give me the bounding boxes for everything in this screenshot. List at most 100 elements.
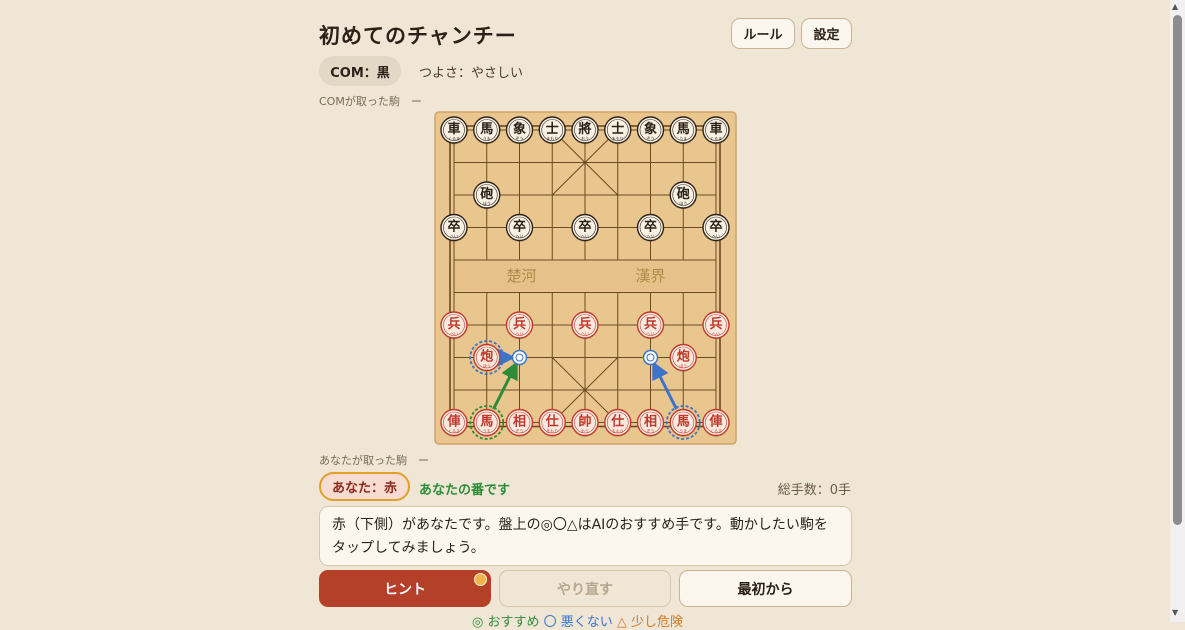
piece-reading: くるま — [448, 428, 460, 434]
piece-char: 馬 — [677, 122, 690, 137]
hint-notification-dot — [474, 573, 487, 586]
piece-black: 將おう — [571, 116, 599, 145]
piece-reading: おう — [581, 428, 589, 434]
piece-char: 仕 — [545, 414, 559, 430]
strength-label: つよさ：やさしい — [419, 66, 524, 81]
piece-char: 卒 — [447, 219, 460, 235]
piece-char: 卒 — [513, 219, 526, 235]
piece-reading: うま — [483, 428, 491, 434]
turn-status: あなたの番です — [419, 483, 511, 498]
piece-reading: へい — [581, 331, 589, 336]
legend-risky: △ 少し危険 — [616, 615, 684, 630]
piece-char: 卒 — [709, 219, 722, 235]
piece-black: 象ぞう — [636, 116, 665, 145]
piece-char: 砲 — [479, 186, 493, 202]
legend-recommended: ◎ おすすめ — [472, 615, 540, 630]
piece-reading: うま — [679, 428, 687, 434]
page-title: 初めてのチャンチー — [319, 24, 517, 48]
piece-red[interactable]: 帥おう — [571, 408, 599, 437]
river-label-left: 楚河 — [506, 267, 536, 285]
piece-reading: まもり — [612, 135, 624, 141]
piece-reading: へい — [450, 234, 458, 239]
hint-button[interactable]: ヒント — [319, 570, 491, 607]
piece-char: 馬 — [480, 415, 493, 430]
piece-black: 卒へい — [702, 213, 730, 242]
scrollbar-thumb[interactable] — [1173, 15, 1182, 525]
piece-red[interactable]: 兵へい — [571, 311, 599, 340]
piece-reading: まもり — [546, 428, 558, 434]
piece-red[interactable]: 炮ほう — [669, 343, 697, 372]
piece-reading: へい — [712, 234, 720, 239]
com-captured-pieces: COMが取った駒 ー — [319, 95, 422, 108]
piece-char: 兵 — [578, 316, 591, 332]
piece-black: 車くるま — [440, 116, 468, 145]
piece-black: 卒へい — [505, 213, 534, 242]
hint-target-marker — [642, 349, 659, 366]
piece-reading: おう — [581, 135, 589, 141]
piece-reading: まもり — [546, 135, 558, 141]
piece-red[interactable]: 相ぞう — [636, 408, 665, 437]
piece-char: 象 — [644, 121, 657, 137]
guide-message: 赤（下側）があなたです。盤上の◎〇△はAIのおすすめ手です。動かしたい駒をタップ… — [319, 506, 852, 566]
piece-red[interactable]: 俥くるま — [440, 408, 468, 437]
com-side-badge: COM：黒 — [319, 56, 401, 86]
scroll-down-icon[interactable]: ▼ — [1172, 608, 1178, 617]
piece-red[interactable]: 兵へい — [702, 311, 730, 340]
piece-char: 炮 — [480, 349, 493, 365]
piece-red[interactable]: 相ぞう — [505, 408, 534, 437]
settings-button[interactable]: 設定 — [801, 18, 852, 49]
piece-red[interactable]: 兵へい — [636, 311, 665, 340]
piece-char: 士 — [546, 121, 559, 137]
scroll-up-icon[interactable]: ▲ — [1172, 2, 1178, 11]
piece-char: 相 — [513, 414, 526, 430]
piece-reading: ぞう — [516, 428, 524, 434]
piece-red[interactable]: 兵へい — [505, 311, 534, 340]
piece-red[interactable]: 兵へい — [440, 311, 468, 340]
piece-black: 馬うま — [473, 116, 501, 145]
hint-target-marker — [511, 349, 528, 366]
piece-reading: へい — [516, 331, 524, 336]
piece-reading: くるま — [448, 135, 460, 141]
piece-reading: まもり — [612, 428, 624, 434]
piece-reading: へい — [581, 234, 589, 239]
piece-reading: へい — [647, 331, 655, 336]
piece-char: 卒 — [578, 219, 591, 235]
piece-black: 象ぞう — [505, 116, 534, 145]
piece-red[interactable]: 仕まもり — [538, 408, 566, 437]
piece-black: 卒へい — [571, 213, 599, 242]
piece-reading: ほう — [679, 363, 687, 369]
piece-red[interactable]: 仕まもり — [604, 408, 632, 437]
undo-button[interactable]: やり直す — [499, 570, 671, 607]
piece-char: 相 — [644, 414, 657, 430]
piece-black: 士まもり — [604, 116, 632, 145]
piece-reading: ほう — [483, 363, 491, 369]
piece-reading: くるま — [710, 428, 722, 434]
piece-reading: うま — [483, 135, 491, 141]
piece-char: 象 — [513, 121, 526, 137]
piece-char: 士 — [611, 121, 624, 137]
piece-black: 砲ほう — [669, 181, 697, 210]
piece-reading: ぞう — [647, 428, 655, 434]
piece-char: 車 — [709, 121, 722, 137]
piece-char: 兵 — [709, 316, 722, 332]
piece-char: 兵 — [447, 316, 460, 332]
rules-button[interactable]: ルール — [731, 18, 795, 49]
piece-reading: ほう — [483, 200, 491, 206]
river-label-right: 漢界 — [635, 267, 665, 285]
piece-char: 俥 — [446, 414, 460, 430]
piece-char: 炮 — [677, 349, 690, 365]
piece-char: 車 — [447, 121, 460, 137]
piece-char: 兵 — [644, 316, 657, 332]
piece-char: 將 — [578, 121, 591, 137]
piece-reading: ほう — [679, 200, 687, 206]
piece-black: 馬うま — [669, 116, 697, 145]
piece-black: 砲ほう — [473, 181, 501, 210]
hint-legend: ◎ おすすめ 〇 悪くない △ 少し危険 — [472, 611, 683, 630]
legend-bad: 〇 悪くない — [543, 615, 613, 630]
piece-char: 馬 — [480, 122, 493, 137]
piece-reading: へい — [712, 331, 720, 336]
piece-char: 兵 — [513, 316, 526, 332]
xiangqi-board[interactable]: 楚河 漢界車くるま馬うま象ぞう士まもり將おう士まもり象ぞう馬うま車くるま砲ほう砲ほ… — [434, 111, 737, 445]
restart-button[interactable]: 最初から — [679, 570, 852, 607]
piece-red[interactable]: 俥くるま — [702, 408, 730, 437]
